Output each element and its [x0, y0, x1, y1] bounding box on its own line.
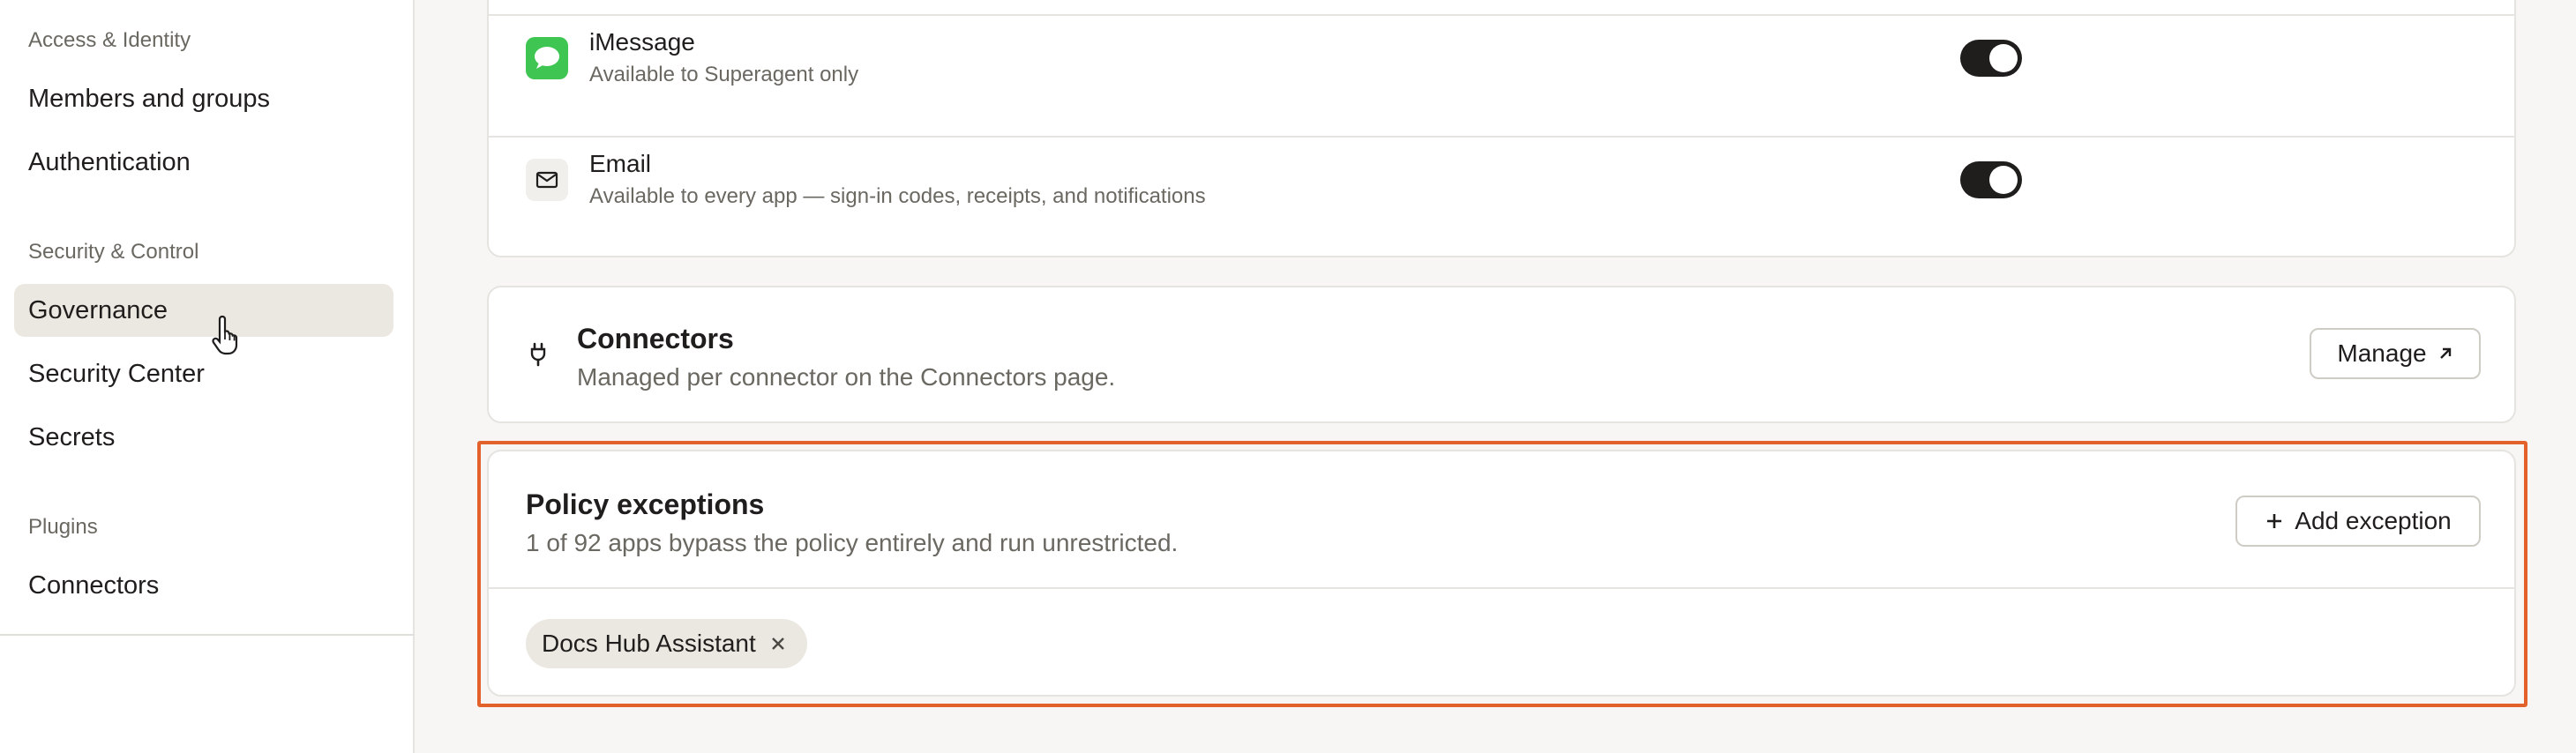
imessage-icon [526, 37, 568, 79]
sidebar-item-members-and-groups[interactable]: Members and groups [14, 72, 393, 125]
sidebar-item-authentication[interactable]: Authentication [14, 136, 393, 189]
channel-name-imessage: iMessage [589, 28, 695, 56]
sidebar-item-governance[interactable]: Governance [14, 284, 393, 337]
plug-icon [530, 342, 546, 367]
imessage-toggle[interactable] [1960, 40, 2022, 77]
sidebar-item-secrets[interactable]: Secrets [14, 411, 393, 464]
sidebar-item-connectors[interactable]: Connectors [14, 559, 393, 612]
row-divider [489, 14, 2514, 16]
hand-pointer-cursor-icon [212, 315, 238, 355]
connectors-title: Connectors [577, 323, 734, 354]
channels-card: iMessage Available to Superagent only Em… [487, 0, 2516, 257]
sidebar-section-access-identity: Access & Identity [28, 28, 191, 52]
row-divider [489, 136, 2514, 138]
sidebar-section-plugins: Plugins [28, 515, 98, 539]
channel-description-email: Available to every app — sign-in codes, … [589, 184, 1206, 208]
connectors-card: Connectors Managed per connector on the … [487, 286, 2516, 423]
sidebar: Access & Identity Members and groups Aut… [0, 0, 415, 753]
manage-connectors-button[interactable]: Manage [2310, 328, 2481, 379]
channel-description-imessage: Available to Superagent only [589, 63, 859, 86]
external-arrow-icon [2439, 347, 2451, 359]
channel-name-email: Email [589, 150, 652, 177]
mail-icon [526, 159, 568, 201]
manage-button-label: Manage [2337, 339, 2427, 367]
sidebar-item-security-center[interactable]: Security Center [14, 347, 393, 400]
connectors-description: Managed per connector on the Connectors … [577, 363, 1116, 391]
sidebar-divider [0, 634, 415, 636]
sidebar-section-security-control: Security & Control [28, 240, 199, 264]
highlight-annotation [477, 441, 2527, 707]
email-toggle[interactable] [1960, 161, 2022, 198]
